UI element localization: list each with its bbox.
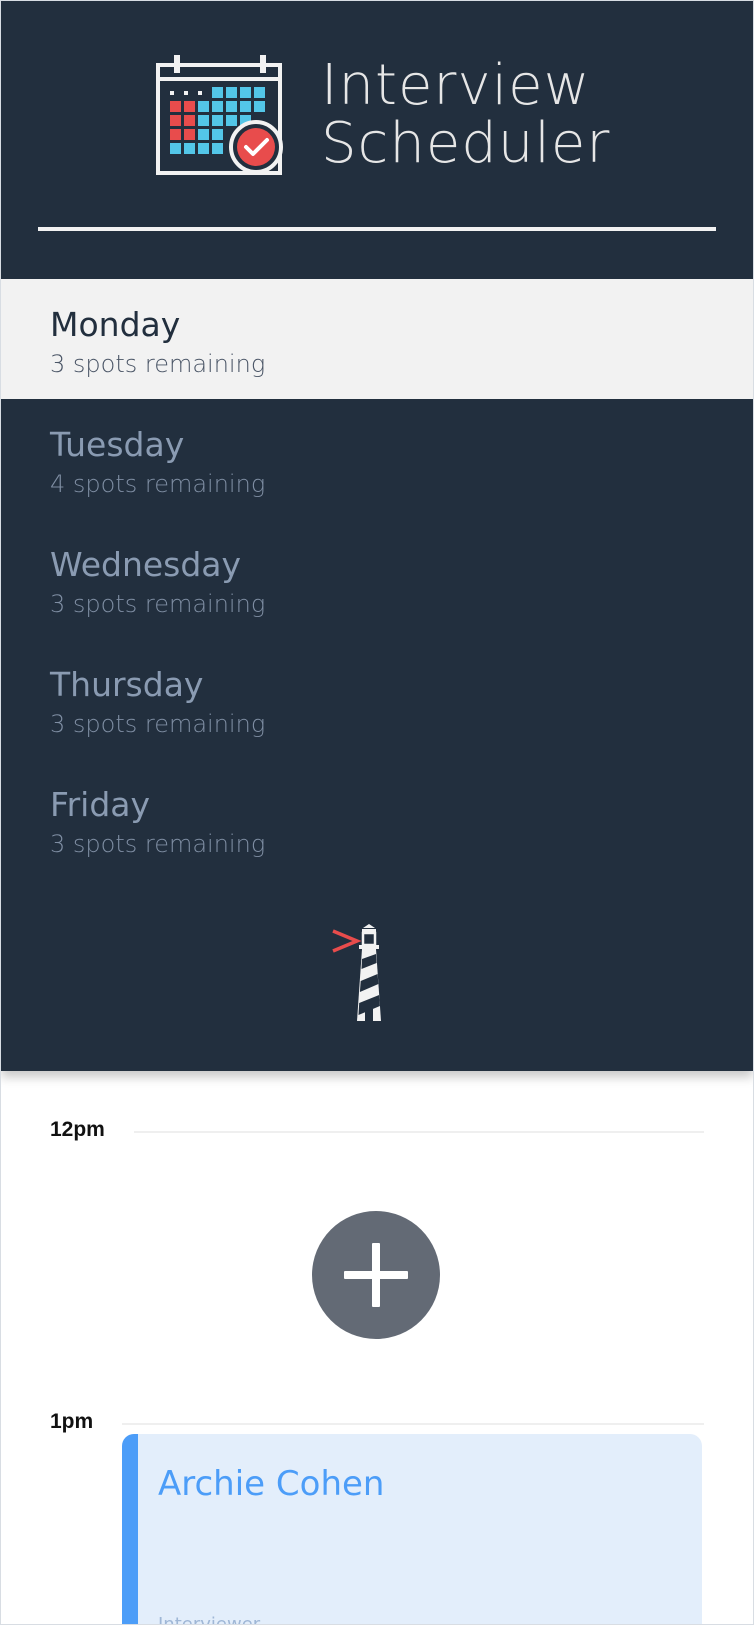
day-name: Thursday — [50, 665, 204, 704]
appointment-card[interactable]: Archie Cohen Interviewer — [122, 1434, 702, 1625]
day-name: Monday — [50, 305, 181, 344]
sidebar: Interview Scheduler Monday 3 spots remai… — [1, 1, 753, 1071]
day-item-thursday[interactable]: Thursday 3 spots remaining — [1, 639, 753, 759]
add-appointment-button[interactable] — [312, 1211, 440, 1339]
plus-icon-vertical — [372, 1243, 380, 1307]
calendar-check-icon — [156, 55, 283, 175]
slot-time-1pm: 1pm — [50, 1410, 94, 1433]
appointment-accent-bar — [122, 1434, 138, 1624]
day-spots: 3 spots remaining — [50, 710, 266, 738]
day-item-wednesday[interactable]: Wednesday 3 spots remaining — [1, 519, 753, 639]
day-spots: 3 spots remaining — [50, 830, 266, 858]
slot-divider — [122, 1423, 704, 1425]
app-title: Interview Scheduler — [321, 57, 610, 173]
day-list: Monday 3 spots remaining Tuesday 4 spots… — [1, 279, 753, 879]
app-title-line1: Interview — [321, 53, 591, 118]
sidebar-divider — [38, 227, 716, 231]
slot-time-12pm: 12pm — [50, 1118, 105, 1141]
brand-header: Interview Scheduler — [156, 53, 609, 178]
day-spots: 3 spots remaining — [50, 590, 266, 618]
slot-divider — [134, 1131, 704, 1133]
day-name: Friday — [50, 785, 151, 824]
lighthouse-icon — [332, 924, 381, 1021]
appointment-interviewer-label: Interviewer — [158, 1614, 261, 1625]
day-name: Tuesday — [50, 425, 185, 464]
day-item-monday[interactable]: Monday 3 spots remaining — [1, 279, 753, 399]
day-item-tuesday[interactable]: Tuesday 4 spots remaining — [1, 399, 753, 519]
app-title-line2: Scheduler — [321, 111, 611, 176]
day-name: Wednesday — [50, 545, 242, 584]
schedule: 12pm 1pm Archie Cohen Interviewer — [1, 1071, 753, 1625]
appointment-student-name: Archie Cohen — [158, 1464, 385, 1504]
app-page: Interview Scheduler Monday 3 spots remai… — [0, 0, 754, 1625]
day-spots: 3 spots remaining — [50, 350, 266, 378]
day-spots: 4 spots remaining — [50, 470, 266, 498]
day-item-friday[interactable]: Friday 3 spots remaining — [1, 759, 753, 879]
